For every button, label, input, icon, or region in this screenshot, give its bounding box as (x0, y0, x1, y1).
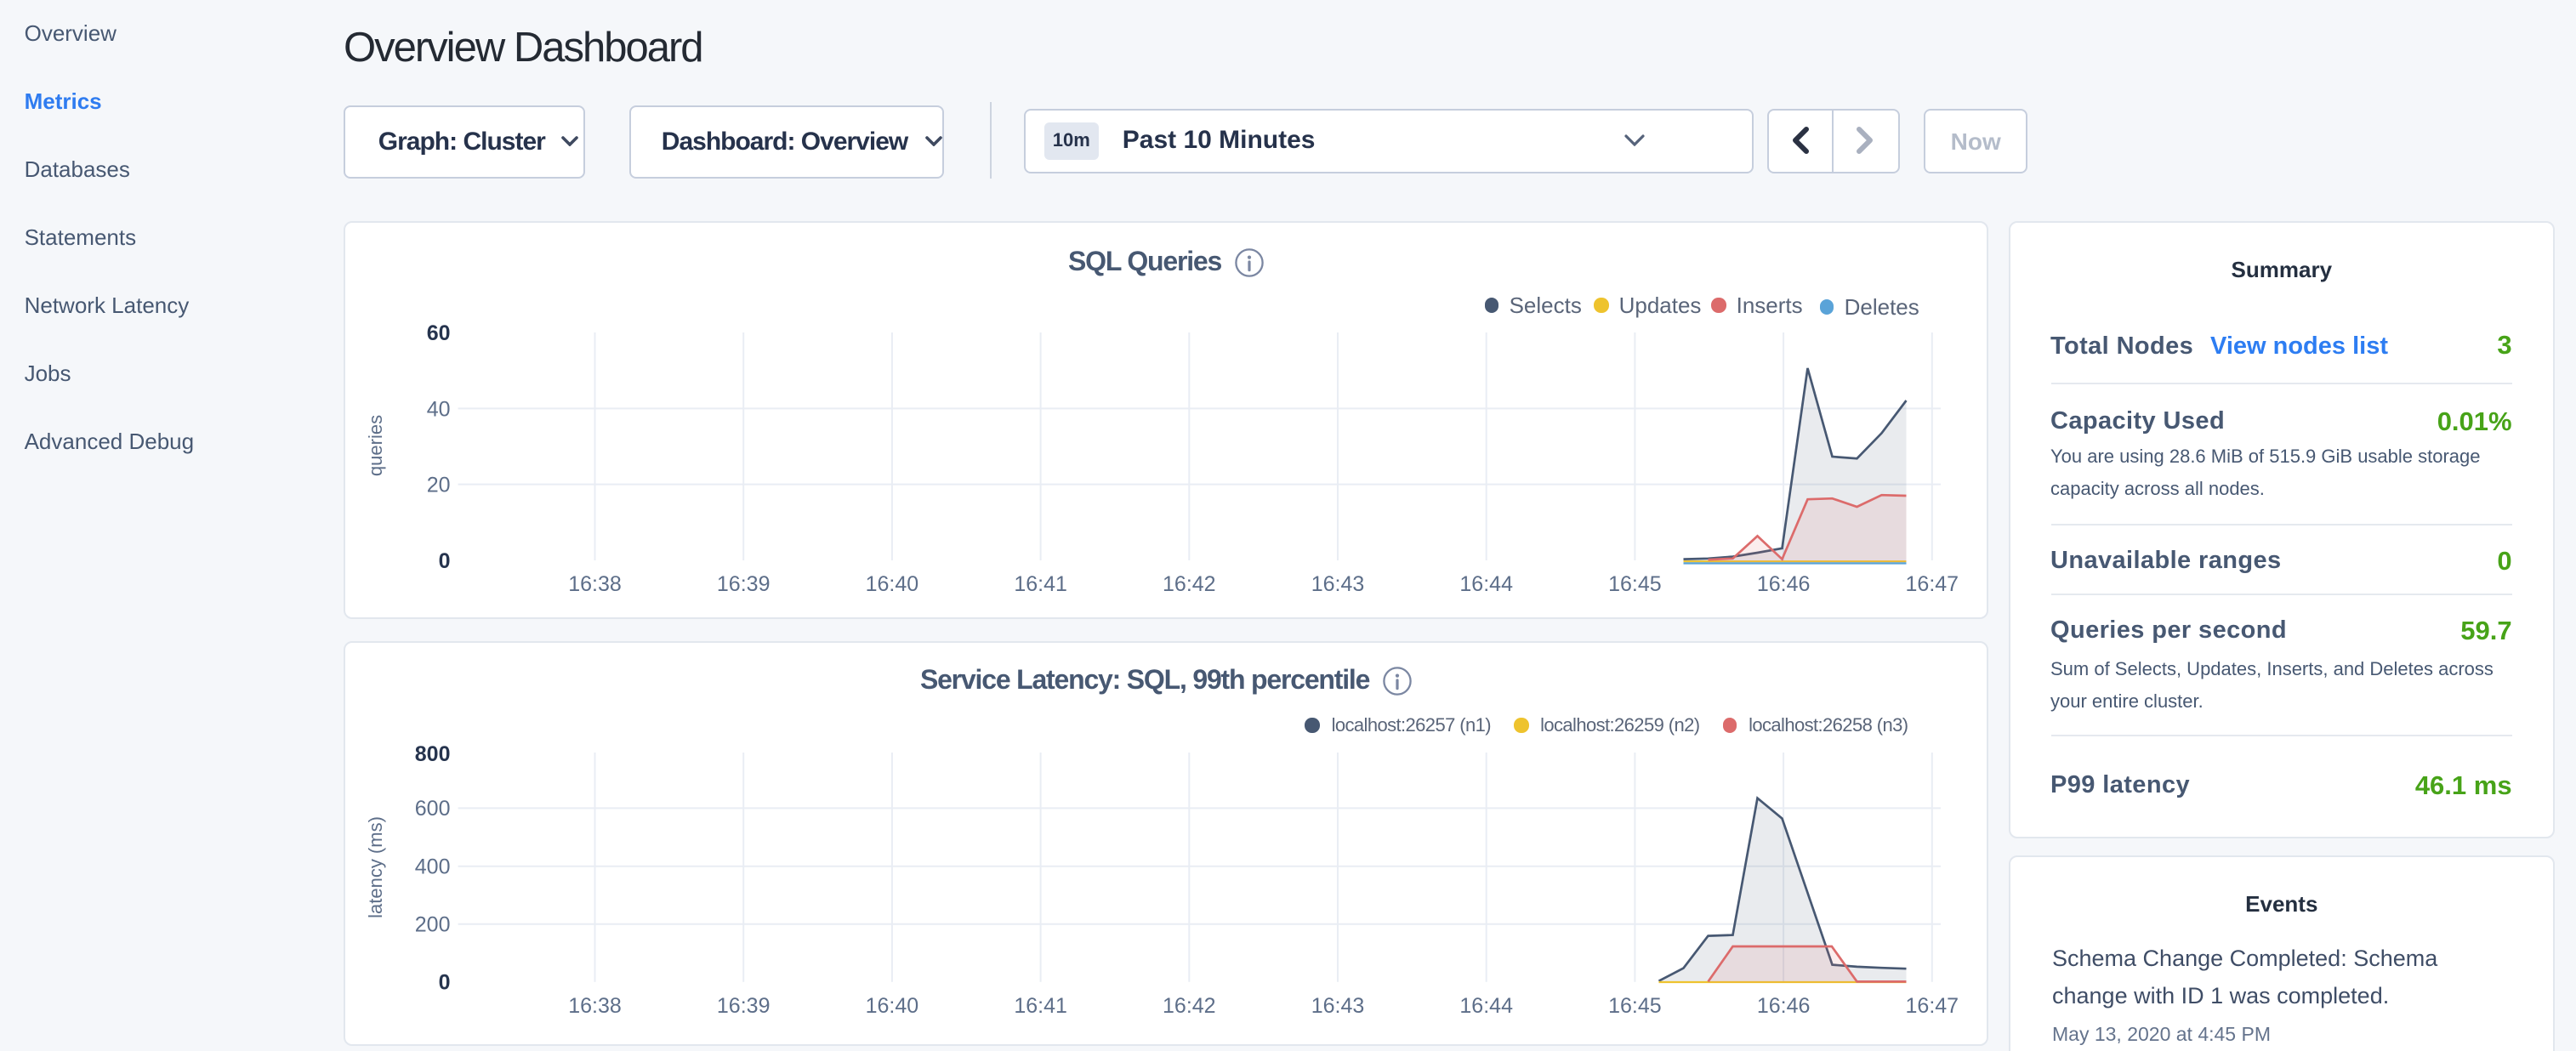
svg-text:16:47: 16:47 (1905, 572, 1959, 596)
svg-text:queries: queries (365, 415, 386, 476)
svg-text:20: 20 (426, 474, 450, 497)
svg-text:60: 60 (426, 321, 450, 345)
svg-text:16:45: 16:45 (1608, 572, 1662, 596)
svg-text:16:40: 16:40 (865, 572, 918, 596)
svg-text:16:47: 16:47 (1905, 994, 1959, 1018)
svg-text:16:40: 16:40 (865, 994, 918, 1018)
svg-text:16:39: 16:39 (717, 572, 771, 596)
svg-text:16:43: 16:43 (1311, 572, 1364, 596)
svg-text:16:46: 16:46 (1756, 572, 1810, 596)
svg-text:16:44: 16:44 (1459, 572, 1513, 596)
svg-text:16:38: 16:38 (568, 994, 622, 1018)
svg-text:16:46: 16:46 (1756, 994, 1810, 1018)
svg-text:200: 200 (414, 913, 450, 937)
svg-text:600: 600 (414, 797, 450, 821)
svg-text:16:45: 16:45 (1608, 994, 1662, 1018)
svg-text:16:42: 16:42 (1163, 994, 1216, 1018)
svg-text:latency (ms): latency (ms) (365, 816, 386, 918)
svg-text:16:41: 16:41 (1014, 572, 1067, 596)
svg-text:16:44: 16:44 (1459, 994, 1513, 1018)
svg-text:400: 400 (414, 855, 450, 879)
svg-text:16:42: 16:42 (1163, 572, 1216, 596)
svg-text:16:39: 16:39 (717, 994, 771, 1018)
svg-text:16:38: 16:38 (568, 572, 622, 596)
svg-text:0: 0 (438, 549, 450, 573)
svg-text:800: 800 (414, 742, 450, 766)
svg-text:16:41: 16:41 (1014, 994, 1067, 1018)
svg-text:0: 0 (438, 971, 450, 995)
svg-text:40: 40 (426, 397, 450, 421)
svg-text:16:43: 16:43 (1311, 994, 1364, 1018)
